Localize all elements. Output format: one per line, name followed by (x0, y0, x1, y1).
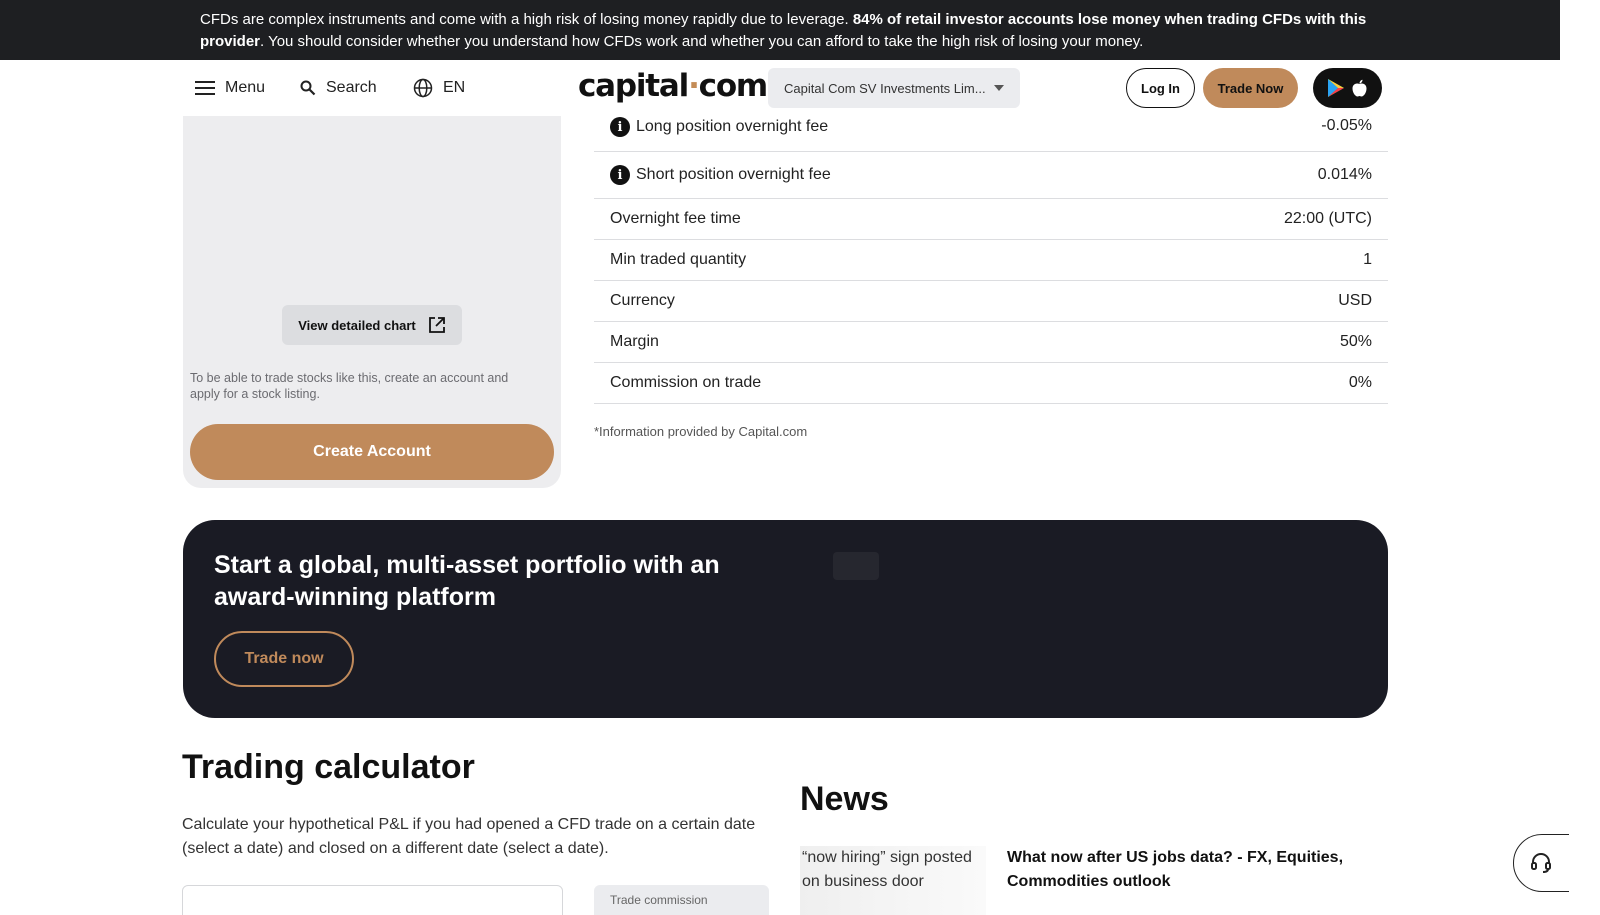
row-label-wrap: i Short position overnight fee (610, 165, 831, 185)
trade-commission-label: Trade commission (610, 893, 708, 907)
row-label: Commission on trade (610, 374, 762, 391)
app-download-button[interactable] (1313, 68, 1382, 108)
row-label: Min traded quantity (610, 251, 747, 268)
search-button[interactable]: Search (300, 74, 377, 102)
row-label: Short position overnight fee (636, 166, 831, 183)
view-detailed-chart-button[interactable]: View detailed chart (282, 305, 462, 345)
table-row: Min traded quantity 1 (594, 240, 1388, 281)
login-button[interactable]: Log In (1126, 68, 1195, 108)
google-play-icon (1328, 79, 1344, 97)
promo-title: Start a global, multi-asset portfolio wi… (214, 551, 720, 611)
trade-now-button[interactable]: Trade Now (1203, 68, 1298, 108)
external-link-icon (428, 317, 445, 333)
info-icon[interactable]: i (610, 165, 630, 185)
language-selector[interactable]: EN (413, 74, 465, 102)
promo-trade-now-button[interactable]: Trade now (214, 631, 354, 687)
page-scrollbar[interactable] (1569, 0, 1600, 915)
table-row: i Long position overnight fee -0.05% (594, 113, 1388, 152)
chart-panel: View detailed chart To be able to trade … (183, 116, 561, 488)
promo-banner: Start a global, multi-asset portfolio wi… (183, 520, 1388, 718)
news-image[interactable]: “now hiring” sign posted on business doo… (800, 846, 986, 915)
row-value: 1 (1363, 251, 1372, 268)
info-footnote: *Information provided by Capital.com (594, 424, 808, 439)
language-label: EN (443, 79, 466, 96)
row-label: Margin (610, 333, 659, 350)
news-headline-link[interactable]: What now after US jobs data? - FX, Equit… (1007, 846, 1367, 894)
row-value: 0% (1348, 374, 1372, 391)
trade-commission-field[interactable]: Trade commission (594, 885, 769, 915)
search-icon (300, 80, 316, 96)
calculator-date-input[interactable] (182, 885, 563, 915)
table-row: Overnight fee time 22:00 (UTC) (594, 199, 1388, 240)
table-row: i Short position overnight fee 0.014% (594, 152, 1388, 199)
logo-text-right: com (698, 68, 769, 104)
logo-dot: · (688, 68, 700, 104)
table-row: Margin 50% (594, 322, 1388, 363)
apple-icon (1352, 79, 1367, 97)
row-value: 0.014% (1317, 166, 1372, 183)
row-value: 22:00 (UTC) (1283, 210, 1372, 227)
risk-warning-text: CFDs are complex instruments and come wi… (200, 9, 1380, 53)
chevron-down-icon (994, 85, 1004, 91)
trading-info-table: i Long position overnight fee -0.05% i Sho… (594, 113, 1388, 404)
risk-text-part2: . You should consider whether you unders… (260, 33, 1144, 50)
menu-label: Menu (225, 79, 266, 96)
entity-select-value: Capital Com SV Investments Lim... (784, 80, 986, 96)
row-value: USD (1338, 292, 1372, 309)
menu-button[interactable]: Menu (195, 74, 265, 102)
create-account-button[interactable]: Create Account (190, 424, 554, 480)
search-label: Search (326, 79, 377, 96)
promo-image (833, 552, 879, 580)
row-value: 50% (1339, 333, 1372, 350)
row-value: -0.05% (1321, 117, 1372, 134)
capital-com-logo[interactable]: capital·com (578, 68, 769, 104)
risk-text-part1: CFDs are complex instruments and come wi… (200, 11, 853, 28)
entity-select[interactable]: Capital Com SV Investments Lim... (768, 68, 1020, 108)
site-header: Menu Search EN capital·com Capital Com S… (0, 60, 1560, 116)
view-detailed-chart-label: View detailed chart (298, 317, 416, 333)
menu-icon (195, 81, 215, 95)
logo-text-left: capital (578, 68, 689, 104)
news-title: News (800, 780, 889, 818)
calculator-title: Trading calculator (182, 748, 475, 786)
row-label: Currency (610, 292, 675, 309)
calculator-description: Calculate your hypothetical P&L if you h… (182, 816, 756, 857)
row-label: Long position overnight fee (636, 118, 829, 135)
info-icon[interactable]: i (610, 117, 630, 137)
row-label: Overnight fee time (610, 210, 741, 227)
globe-icon (413, 78, 433, 98)
headset-icon (1531, 853, 1551, 873)
stock-listing-note: To be able to trade stocks like this, cr… (190, 371, 509, 401)
row-label-wrap: i Long position overnight fee (610, 117, 828, 137)
table-row: Currency USD (594, 281, 1388, 322)
table-row: Commission on trade 0% (594, 363, 1388, 404)
risk-warning-banner: CFDs are complex instruments and come wi… (0, 0, 1560, 60)
